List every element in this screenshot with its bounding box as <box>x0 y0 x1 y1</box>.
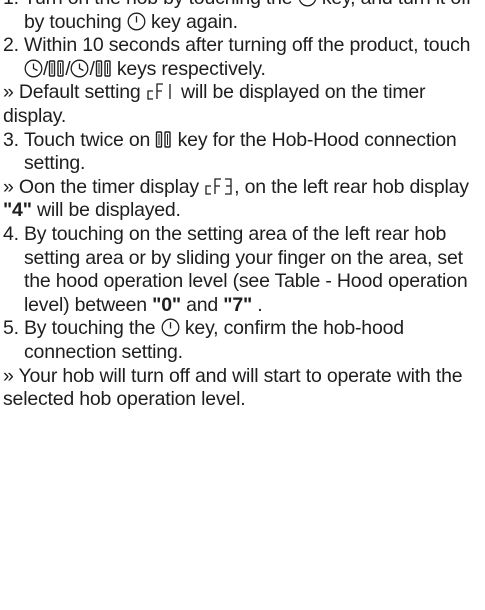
step-2: 2. Within 10 seconds after turning off th… <box>3 34 471 80</box>
instruction-page: 1.Turn on the hob by touching the key, a… <box>0 0 485 597</box>
step-5: 5. By touching the key, confirm the hob-h… <box>3 317 404 363</box>
note-timer-display: » Oon the timer display , on the left re… <box>3 175 469 222</box>
note-hob-turn-off: » Your hob will turn off and will start … <box>3 364 463 411</box>
timer-key-icon <box>70 59 89 78</box>
power-key-icon <box>298 0 317 7</box>
power-key-icon <box>161 318 180 337</box>
pause-key-icon <box>95 59 112 78</box>
step-1: 1.Turn on the hob by touching the key, a… <box>3 0 481 34</box>
display-code-cf3 <box>204 177 234 196</box>
step-number: 3. <box>3 128 19 151</box>
display-code-cf1 <box>146 82 176 101</box>
note-default-setting: » Default setting will be displayed on t… <box>3 81 426 127</box>
step-4: 4. By touching on the setting area of the… <box>3 222 468 316</box>
pause-key-icon <box>48 59 65 78</box>
step-number: 1. <box>3 0 19 11</box>
step-number: 2. <box>3 34 19 57</box>
step-number: 5. <box>3 317 19 340</box>
pause-key-icon <box>155 130 172 149</box>
step-3: 3. Touch twice on key for the Hob-Hood co… <box>3 128 457 175</box>
power-key-icon <box>127 12 146 31</box>
step-number: 4. <box>3 222 19 245</box>
timer-key-icon <box>24 59 43 78</box>
